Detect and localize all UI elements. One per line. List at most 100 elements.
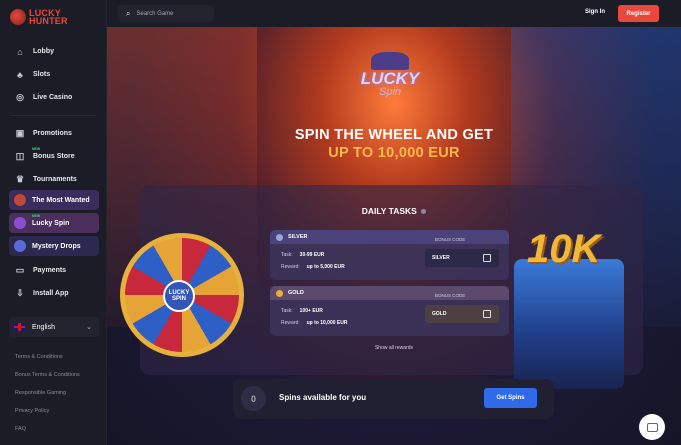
silver-medal-icon: [276, 233, 283, 241]
spins-bar: 0 Spins available for you Get Spins: [233, 379, 554, 419]
sidebar-item-label: Promotions: [33, 130, 72, 137]
top-header: ⌕ Search Game Sign In Register: [107, 0, 681, 27]
hat-icon: [371, 52, 409, 70]
sidebar-item-promotions[interactable]: ▣ Promotions: [0, 122, 106, 145]
task-card-header: SILVER: [270, 230, 509, 244]
sidebar-item-label: Install App: [33, 290, 69, 297]
task-tier: SILVER: [288, 234, 308, 240]
info-icon[interactable]: [421, 209, 427, 215]
footer-link-responsible-gaming[interactable]: Responsible Gaming: [15, 388, 80, 406]
spins-count: 0: [241, 386, 266, 411]
lucky-spin-hero: LUCKY Spin SPIN THE WHEEL AND GET UP TO …: [107, 27, 681, 445]
sidebar-item-tournaments[interactable]: ♛ Tournaments: [0, 168, 106, 191]
most-wanted-avatar: [14, 194, 26, 206]
task-row: Task: 30-99 EUR: [281, 252, 324, 258]
spins-label: Spins available for you: [279, 393, 367, 402]
search-placeholder: Search Game: [136, 10, 174, 17]
home-icon: ⌂: [17, 46, 23, 57]
daily-tasks-title-text: DAILY TASKS: [361, 206, 417, 216]
sidebar-item-label: Bonus Store: [33, 153, 75, 160]
sidebar-item-slots[interactable]: ♣ Slots: [0, 63, 106, 86]
chat-support-button[interactable]: [639, 414, 665, 440]
sidebar-item-install-app[interactable]: ⇩ Install App: [0, 282, 106, 305]
reward-row: Reward: up to 5,000 EUR: [281, 264, 345, 270]
bonus-code-value: GOLD: [432, 311, 447, 317]
sidebar-item-lobby[interactable]: ⌂ Lobby: [0, 40, 106, 63]
new-badge: NEW: [32, 214, 41, 218]
task-card-gold: GOLD BONUS CODE Task: 100+ EUR Reward: up …: [270, 286, 509, 336]
lucky-spin-logo: LUCKY Spin: [347, 52, 433, 112]
logo[interactable]: LUCKY HUNTER: [10, 9, 68, 26]
footer-link-bonus-terms[interactable]: Bonus Terms & Conditions: [15, 370, 80, 388]
task-value: 30-99 EUR: [299, 252, 325, 258]
sidebar-item-lucky-spin[interactable]: NEW Lucky Spin: [9, 213, 99, 233]
copy-icon[interactable]: [483, 254, 491, 262]
search-box[interactable]: ⌕ Search Game: [118, 5, 214, 22]
copy-icon[interactable]: [483, 310, 491, 318]
task-card-silver: SILVER BONUS CODE Task: 30-99 EUR Reward:…: [270, 230, 509, 280]
footer-link-privacy[interactable]: Privacy Policy: [15, 406, 80, 424]
language-label: English: [32, 323, 55, 331]
uk-flag-icon: [14, 323, 25, 331]
daily-tasks-title: DAILY TASKS: [107, 206, 681, 216]
logo-text-line2: HUNTER: [29, 16, 68, 26]
download-icon: ⇩: [16, 288, 24, 298]
divider: [10, 115, 96, 116]
wheel-hub: LUCKY SPIN: [163, 280, 195, 312]
slots-icon: ♣: [17, 69, 23, 80]
footer-links: Terms & Conditions Bonus Terms & Conditi…: [15, 352, 80, 442]
trophy-icon: ♛: [15, 174, 25, 184]
bonus-code-field[interactable]: GOLD: [425, 305, 499, 323]
task-label: Task:: [281, 308, 293, 314]
sidebar-item-payments[interactable]: ▭ Payments: [0, 259, 106, 282]
mystery-drops-avatar: [14, 240, 26, 252]
bonus-code-value: SILVER: [432, 255, 450, 261]
sidebar-nav: ⌂ Lobby ♣ Slots ◎ Live Casino ▣ Promotio…: [0, 40, 106, 191]
bag-icon: ◫: [15, 151, 25, 161]
footer-link-faq[interactable]: FAQ: [15, 424, 80, 442]
footer-link-terms[interactable]: Terms & Conditions: [15, 352, 80, 370]
lucky-spin-avatar: [14, 217, 26, 229]
sidebar: LUCKY HUNTER ⌂ Lobby ♣ Slots ◎ Live Casi…: [0, 0, 107, 445]
task-tier: GOLD: [288, 290, 304, 296]
sidebar-item-label: Lobby: [33, 48, 54, 55]
task-value: 100+ EUR: [299, 308, 323, 314]
treasure-chest: [514, 259, 624, 389]
chevron-down-icon: ⌄: [86, 324, 92, 331]
app-root: LUCKY HUNTER ⌂ Lobby ♣ Slots ◎ Live Casi…: [0, 0, 681, 445]
sidebar-item-bonus-store[interactable]: NEW ◫ Bonus Store: [0, 145, 106, 168]
language-select[interactable]: English ⌄: [9, 317, 99, 337]
get-spins-button[interactable]: Get Spins: [484, 388, 537, 408]
reward-value: up to 5,000 EUR: [306, 264, 345, 270]
task-card-header: GOLD: [270, 286, 509, 300]
task-label: Task:: [281, 252, 293, 258]
lucky-spin-logo-line1: LUCKY: [360, 69, 420, 88]
sidebar-item-label: The Most Wanted: [32, 196, 90, 204]
sidebar-item-label: Payments: [33, 267, 67, 274]
sidebar-item-most-wanted[interactable]: The Most Wanted: [9, 190, 99, 210]
register-button[interactable]: Register: [618, 5, 659, 22]
sidebar-item-label: Slots: [33, 71, 51, 78]
hero-title: SPIN THE WHEEL AND GET: [294, 127, 494, 143]
sidebar-item-label: Live Casino: [33, 94, 73, 101]
roulette-icon: ◎: [16, 92, 24, 102]
10k-graphic: 10K: [527, 227, 601, 271]
hero-subtitle: UP TO 10,000 EUR: [328, 145, 460, 161]
reward-value: up to 10,000 EUR: [306, 320, 348, 326]
sidebar-item-live-casino[interactable]: ◎ Live Casino: [0, 86, 106, 109]
reward-label: Reward:: [281, 264, 300, 270]
sidebar-item-mystery-drops[interactable]: Mystery Drops: [9, 236, 99, 256]
reward-row: Reward: up to 10,000 EUR: [281, 320, 347, 326]
lucky-spin-logo-line2: Spin: [378, 86, 402, 98]
sign-in-button[interactable]: Sign In: [585, 9, 605, 15]
card-icon: ▭: [15, 265, 25, 275]
new-badge: NEW: [32, 147, 41, 151]
bonus-code-field[interactable]: SILVER: [425, 249, 499, 267]
logo-hat-icon: [10, 9, 26, 25]
bonus-code-label: BONUS CODE: [435, 293, 466, 298]
wheel-hub-line2: SPIN: [171, 296, 186, 302]
chat-icon: [646, 422, 658, 432]
gold-medal-icon: [276, 289, 283, 297]
search-icon: ⌕: [126, 8, 131, 18]
task-row: Task: 100+ EUR: [281, 308, 323, 314]
